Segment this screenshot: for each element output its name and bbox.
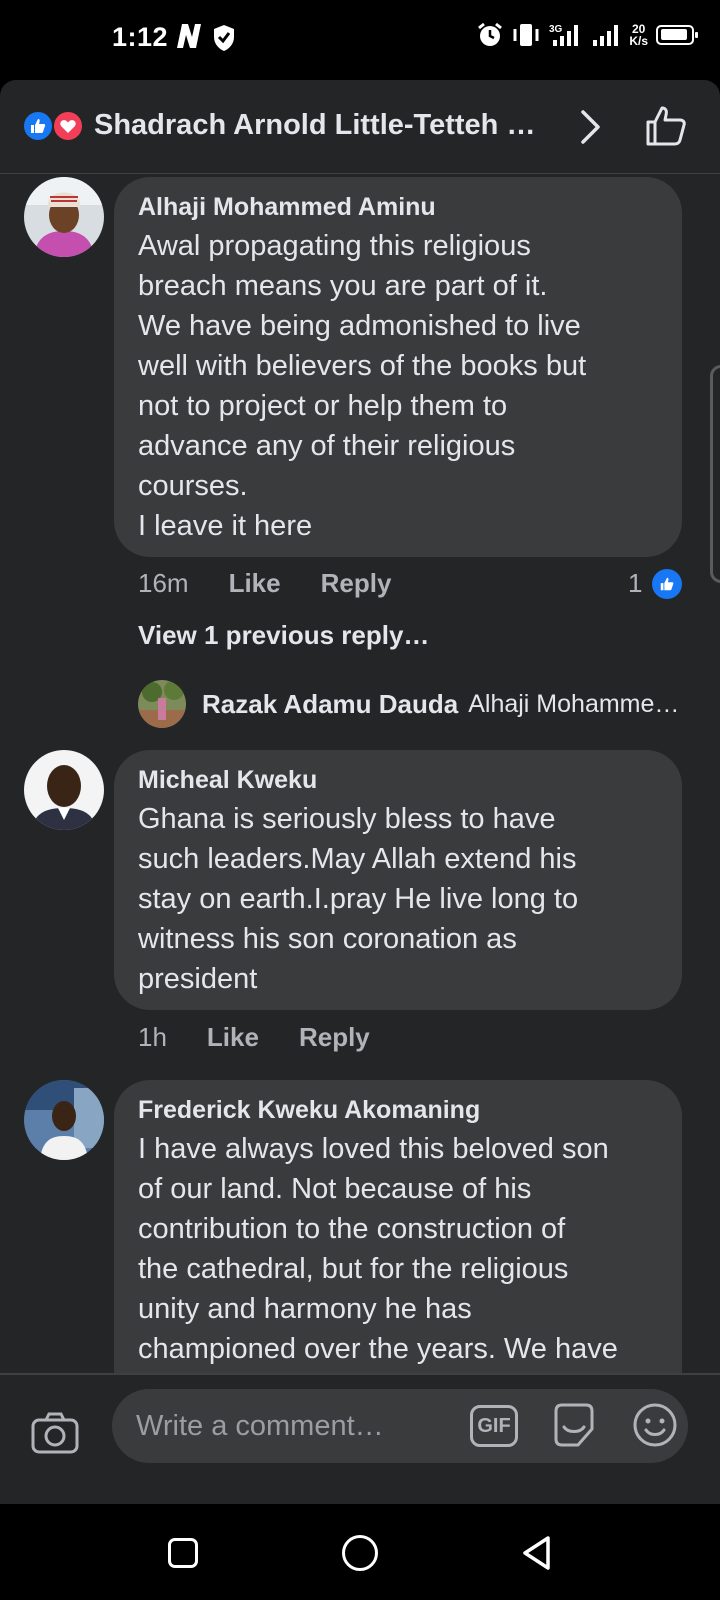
netflix-notification-icon (177, 24, 201, 48)
comment-text: I have always loved this beloved son of … (138, 1133, 618, 1365)
vibrate-icon (513, 24, 539, 46)
view-previous-replies[interactable]: View 1 previous reply… (138, 620, 429, 651)
reactions-header[interactable]: Shadrach Arnold Little-Tetteh … (0, 80, 720, 174)
reply-text: Alhaji Mohamme… (468, 689, 680, 718)
comment-bubble[interactable]: Micheal Kweku Ghana is seriously bless t… (114, 750, 682, 1010)
battery-icon (656, 25, 698, 45)
comment-composer: GIF (0, 1373, 720, 1504)
like-reaction-icon (652, 568, 683, 599)
shield-icon (214, 25, 234, 51)
comment-actions: 16m Like Reply (138, 568, 431, 599)
love-reaction-icon (52, 110, 84, 142)
status-bar: 1:12 3G 20 K/s (0, 0, 720, 80)
like-link[interactable]: Like (207, 1022, 259, 1053)
reply-author[interactable]: Razak Adamu Dauda (202, 689, 458, 720)
reply-preview[interactable]: Razak Adamu Dauda Alhaji Mohamme… (138, 680, 698, 728)
comment-actions: 1h Like Reply (138, 1022, 410, 1053)
comments-sheet: Shadrach Arnold Little-Tetteh … Alhaji M… (0, 80, 720, 1504)
alarm-icon (478, 22, 503, 46)
svg-text:3G: 3G (549, 24, 563, 35)
avatar[interactable] (24, 1080, 104, 1160)
comment-author[interactable]: Frederick Kweku Akomaning (138, 1096, 658, 1125)
like-link[interactable]: Like (229, 568, 281, 599)
home-button[interactable] (342, 1535, 378, 1571)
avatar[interactable] (24, 750, 104, 830)
comment-author[interactable]: Micheal Kweku (138, 766, 658, 795)
comment-text: Ghana is seriously bless to have such le… (138, 803, 579, 995)
comment-time: 1h (138, 1022, 167, 1052)
like-reaction-icon (22, 110, 54, 142)
emoji-icon[interactable] (632, 1402, 678, 1448)
comment-reaction-count[interactable]: 1 (628, 568, 683, 599)
sticker-icon[interactable] (550, 1401, 598, 1449)
back-icon[interactable] (520, 1534, 554, 1572)
comment-bubble[interactable]: Frederick Kweku Akomaning I have always … (114, 1080, 682, 1420)
camera-icon[interactable] (30, 1411, 80, 1455)
signal-4g-icon: 3G (549, 24, 579, 46)
network-speed: 20 K/s (629, 22, 648, 48)
comment-bubble[interactable]: Alhaji Mohammed Aminu Awal propagating t… (114, 177, 682, 557)
comment-input[interactable] (112, 1389, 688, 1463)
chevron-right-icon[interactable] (578, 108, 604, 146)
signal-icon (593, 25, 619, 46)
reply-link[interactable]: Reply (299, 1022, 370, 1053)
scrollbar[interactable] (710, 365, 720, 583)
comment-author[interactable]: Alhaji Mohammed Aminu (138, 193, 658, 222)
avatar[interactable] (24, 177, 104, 257)
avatar[interactable] (138, 680, 186, 728)
comment-time: 16m (138, 568, 189, 598)
gif-button[interactable]: GIF (470, 1405, 518, 1447)
like-button-icon[interactable] (644, 104, 688, 148)
status-time: 1:12 (112, 22, 169, 52)
reactors-title[interactable]: Shadrach Arnold Little-Tetteh … (94, 109, 535, 142)
system-nav-bar (0, 1504, 720, 1600)
reply-link[interactable]: Reply (321, 568, 392, 599)
recents-button[interactable] (168, 1538, 198, 1568)
comment-text: Awal propagating this religious breach m… (138, 230, 587, 542)
